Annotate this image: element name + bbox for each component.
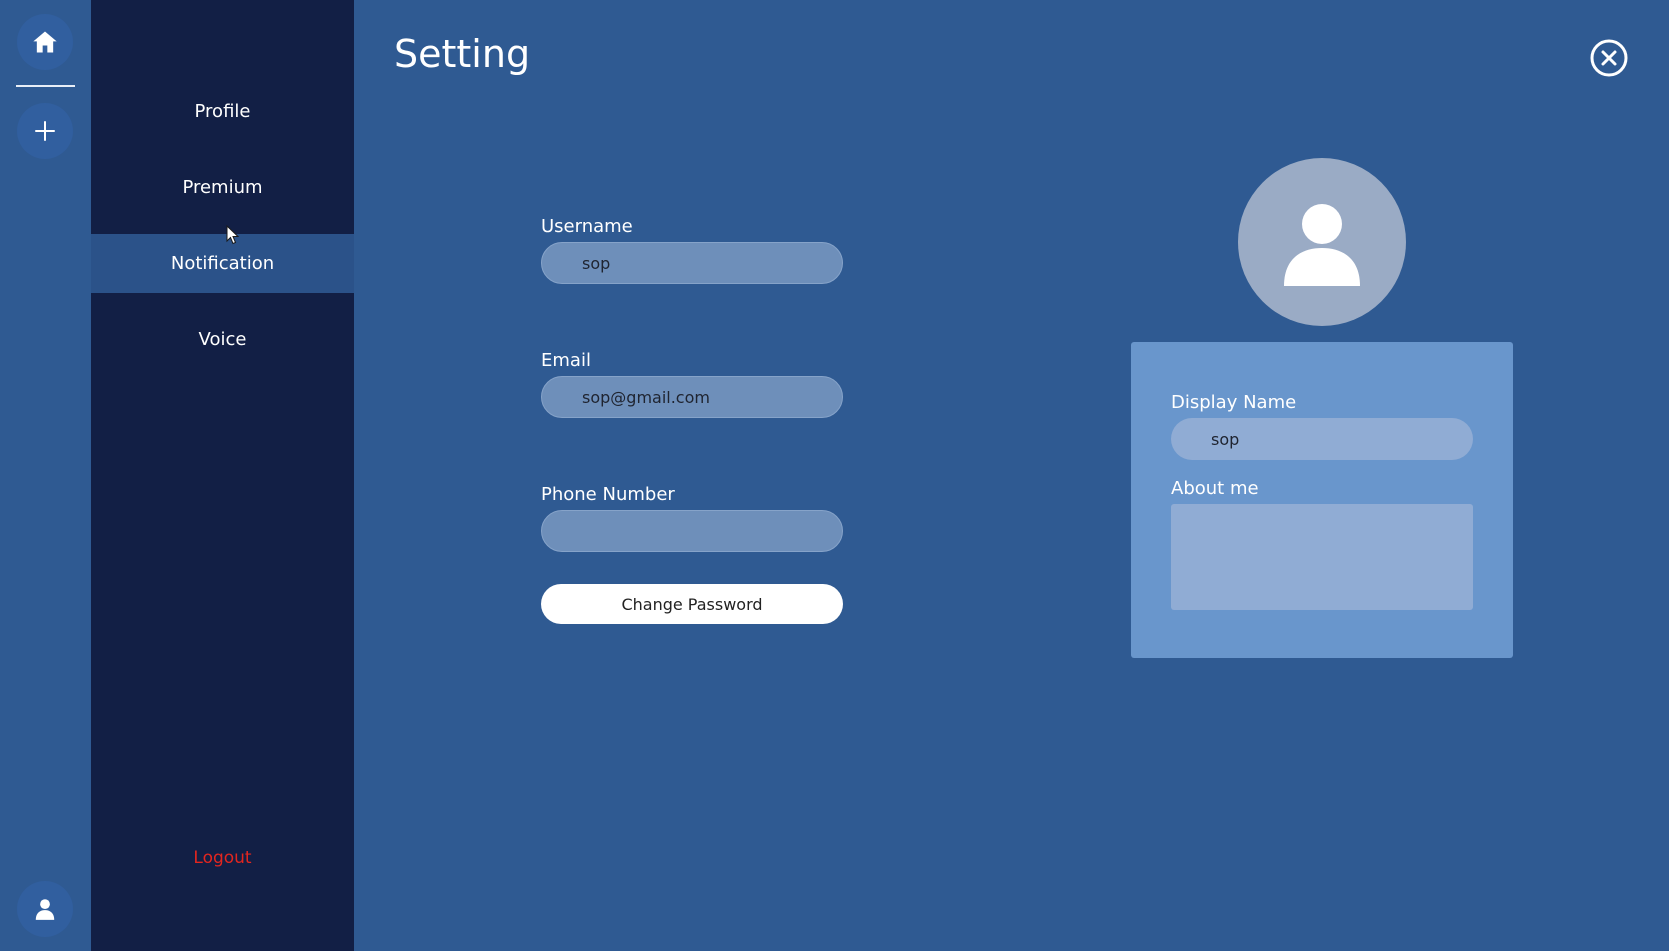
- display-name-label: Display Name: [1171, 392, 1297, 413]
- username-input[interactable]: sop: [541, 242, 843, 284]
- rail-divider: [16, 85, 75, 87]
- add-server-button[interactable]: [17, 103, 73, 159]
- email-input[interactable]: sop@gmail.com: [541, 376, 843, 418]
- nav-item-label: Notification: [170, 253, 275, 274]
- logout-label: Logout: [193, 848, 252, 868]
- username-label: Username: [541, 216, 633, 237]
- change-password-button[interactable]: Change Password: [541, 584, 843, 624]
- email-value: sop@gmail.com: [582, 387, 710, 407]
- home-icon: [33, 31, 57, 53]
- plus-icon: [35, 121, 55, 141]
- nav-item-notification[interactable]: Notification: [91, 234, 354, 293]
- mouse-cursor-icon: [226, 225, 240, 245]
- change-password-label: Change Password: [621, 594, 763, 614]
- user-avatar-icon: [1284, 204, 1360, 286]
- nav-item-label: Profile: [194, 101, 251, 122]
- avatar[interactable]: [1238, 158, 1406, 326]
- server-rail: [0, 0, 91, 951]
- display-name-value: sop: [1211, 429, 1240, 449]
- page-title: Setting: [394, 32, 531, 76]
- username-value: sop: [582, 253, 611, 273]
- profile-card: Display Name sop About me: [1131, 342, 1513, 658]
- nav-item-label: Voice: [198, 329, 247, 350]
- nav-item-voice[interactable]: Voice: [91, 310, 354, 369]
- email-label: Email: [541, 350, 591, 371]
- close-settings-button[interactable]: [1589, 38, 1629, 78]
- phone-number-input[interactable]: [541, 510, 843, 552]
- user-icon: [35, 899, 55, 920]
- about-me-textarea[interactable]: [1171, 504, 1473, 610]
- user-account-button[interactable]: [17, 881, 73, 937]
- nav-item-label: Premium: [182, 177, 263, 198]
- nav-item-premium[interactable]: Premium: [91, 158, 354, 217]
- home-button[interactable]: [17, 14, 73, 70]
- about-me-label: About me: [1171, 478, 1259, 499]
- phone-number-label: Phone Number: [541, 484, 675, 505]
- nav-item-profile[interactable]: Profile: [91, 82, 354, 141]
- logout-button[interactable]: Logout: [91, 843, 354, 873]
- settings-nav: Profile Premium Notification Voice Logou…: [91, 0, 354, 951]
- display-name-input[interactable]: sop: [1171, 418, 1473, 460]
- close-icon: [1590, 39, 1628, 77]
- settings-app: Profile Premium Notification Voice Logou…: [0, 0, 1669, 951]
